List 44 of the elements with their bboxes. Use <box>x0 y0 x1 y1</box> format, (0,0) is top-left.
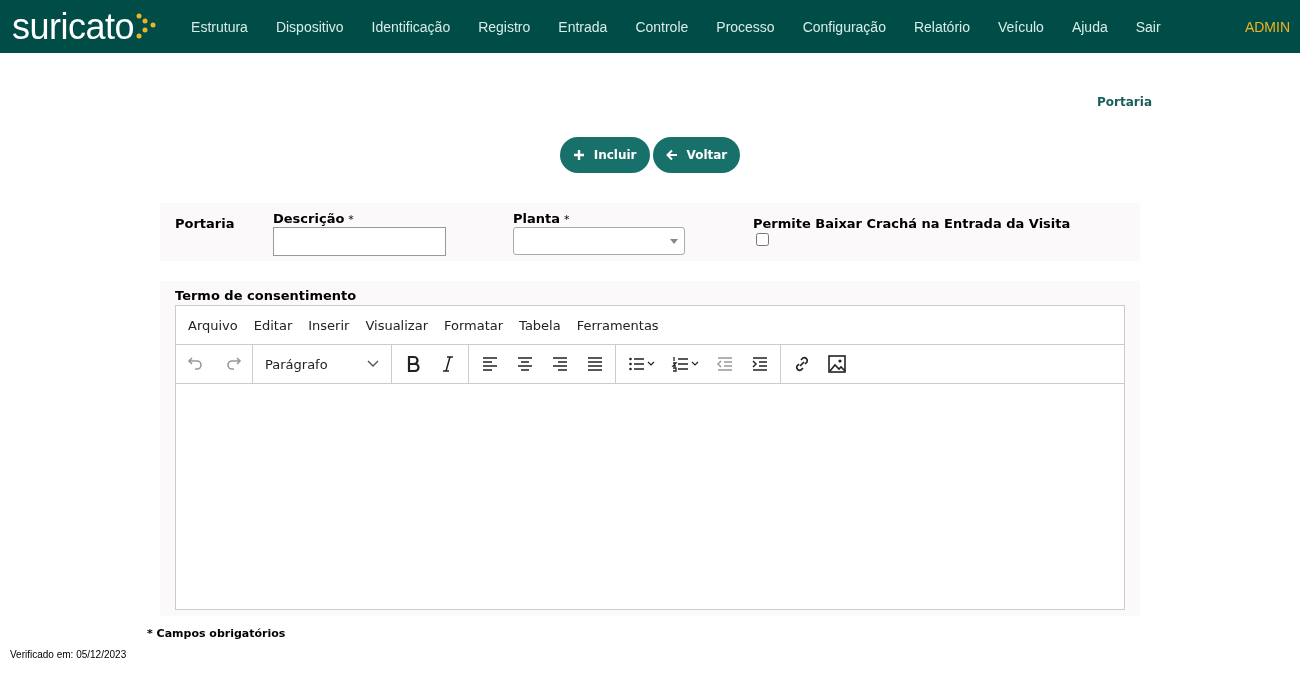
menu-item[interactable]: Inserir <box>300 317 358 333</box>
menu-item[interactable]: Visualizar <box>357 317 436 333</box>
add-button[interactable]: Incluir <box>559 137 650 173</box>
user-link[interactable]: ADMIN <box>1244 18 1290 35</box>
nav-link[interactable]: Processo <box>702 18 789 35</box>
section-label: Portaria <box>175 216 236 231</box>
chevron-down-icon <box>367 360 379 368</box>
nav-link[interactable]: Configuração <box>788 18 900 35</box>
nav-link[interactable]: Entrada <box>544 18 622 35</box>
description-field[interactable] <box>273 227 446 256</box>
field-label: Planta <box>513 211 560 226</box>
numbered-list-icon <box>671 354 699 374</box>
page-title: Portaria <box>1097 95 1152 111</box>
menu-item[interactable]: Arquivo <box>180 317 246 333</box>
menu-item[interactable]: Editar <box>245 317 301 333</box>
menu-item[interactable]: Tabela <box>511 317 569 333</box>
nav-link[interactable]: Registro <box>464 18 545 35</box>
nav-link[interactable]: Estrutura <box>177 18 262 35</box>
editor-label: Termo de consentimento <box>175 287 358 305</box>
plus-icon <box>572 149 585 161</box>
back-button[interactable]: Voltar <box>652 137 741 173</box>
nav-link[interactable]: Identificação <box>357 18 465 35</box>
required-mark: * <box>564 213 570 226</box>
outdent-icon <box>714 354 735 374</box>
nav-link[interactable]: Controle <box>621 18 703 35</box>
arrow-left-icon <box>665 149 678 161</box>
menu-item[interactable]: Ferramentas <box>568 317 667 333</box>
indent-icon <box>749 354 770 374</box>
nav-link[interactable]: Dispositivo <box>261 18 358 35</box>
field-label: Permite Baixar Crachá na Entrada da Visita <box>753 216 1071 231</box>
nav-link[interactable]: Veículo <box>983 18 1058 35</box>
nav-link[interactable]: Sair <box>1121 18 1175 35</box>
required-note: * Campos obrigatórios <box>147 627 287 640</box>
verified-date: Verificado em: 05/12/2023 <box>10 649 128 660</box>
caret-icon <box>670 238 678 244</box>
logo[interactable]: suricato <box>12 6 135 47</box>
nav-link[interactable]: Relatório <box>899 18 984 35</box>
checkbox[interactable] <box>756 233 769 246</box>
nav-link[interactable]: Ajuda <box>1057 18 1122 35</box>
menu-item[interactable]: Formatar <box>436 317 512 333</box>
field-label: Descrição <box>273 211 345 226</box>
image-icon <box>826 354 847 374</box>
required-mark: * <box>348 213 354 226</box>
format-dropdown[interactable]: Parágrafo <box>257 348 387 380</box>
